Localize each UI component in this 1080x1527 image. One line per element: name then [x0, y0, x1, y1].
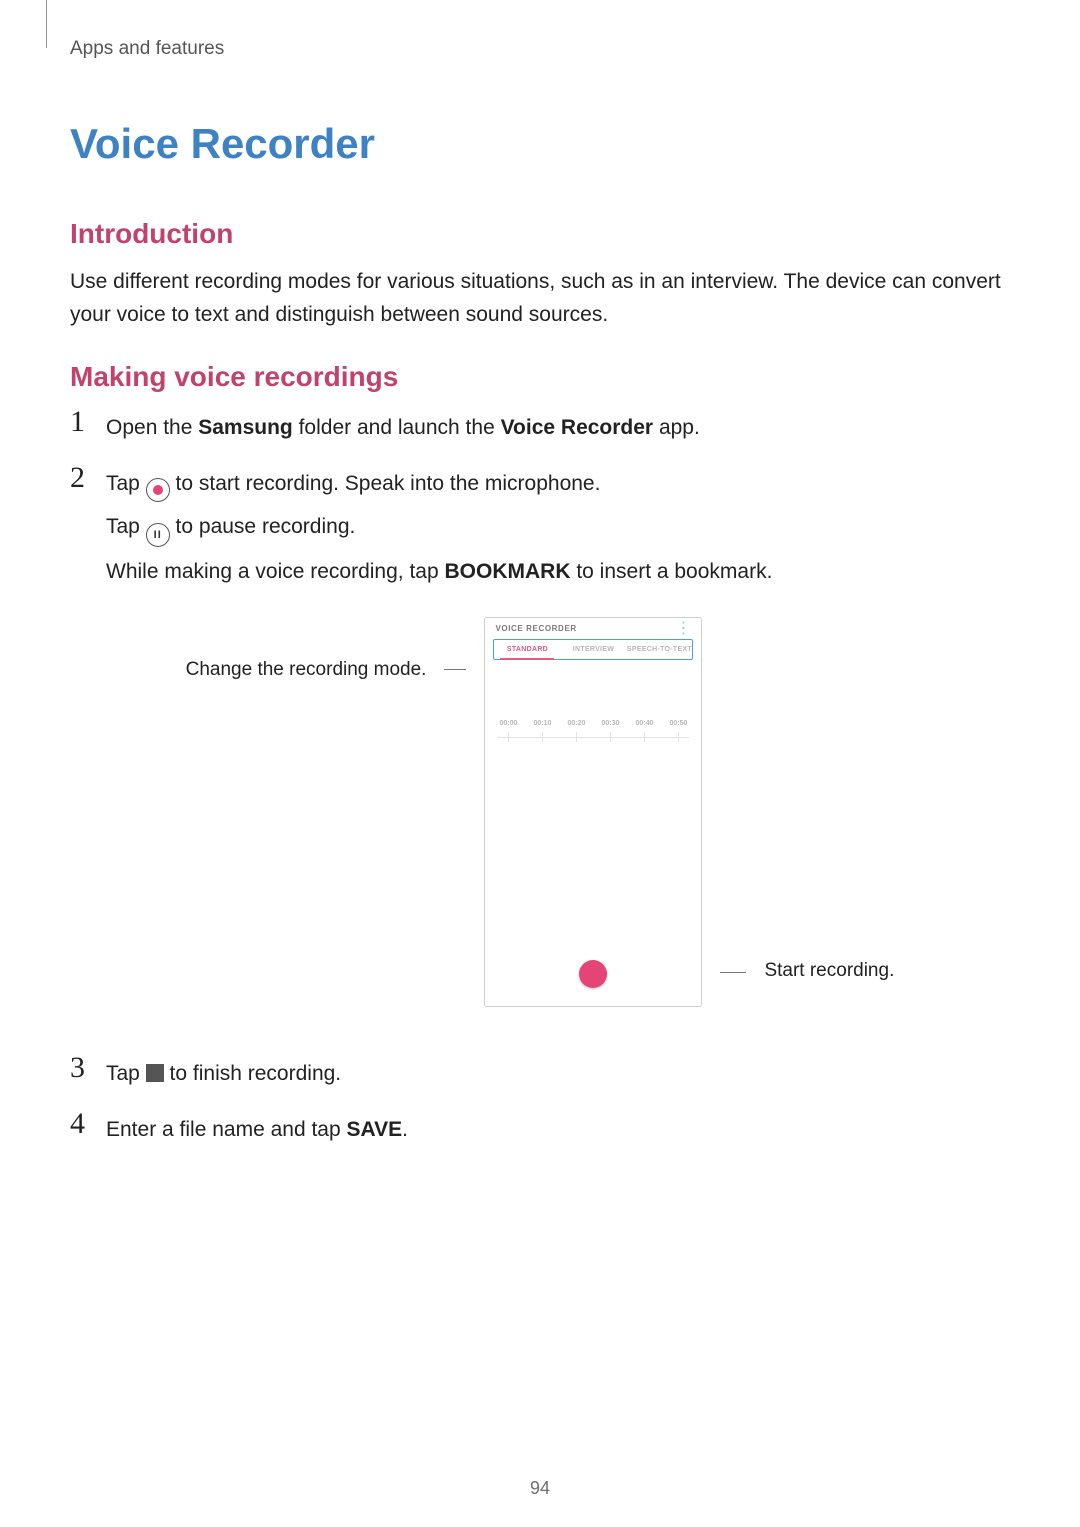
step-1: 1 Open the Samsung folder and launch the… [70, 411, 1010, 445]
steps-list-continued: 3 Tap to finish recording. 4 Enter a fil… [70, 1057, 1010, 1146]
tick: 00:10 [533, 720, 551, 727]
pause-icon: II [146, 523, 170, 547]
text-fragment: Open the [106, 416, 198, 439]
text-fragment: to pause recording. [176, 515, 356, 538]
callout-change-mode: Change the recording mode. [186, 659, 427, 681]
step-number: 2 [70, 461, 85, 495]
running-head: Apps and features [70, 0, 1010, 60]
callout-connector-right [720, 972, 746, 973]
making-recordings-heading: Making voice recordings [70, 361, 1010, 393]
text-fragment: Tap [106, 1062, 146, 1085]
step-number: 3 [70, 1051, 85, 1085]
page-title: Voice Recorder [70, 120, 1010, 168]
introduction-body: Use different recording modes for variou… [70, 266, 1010, 331]
tab-interview[interactable]: INTERVIEW [560, 640, 626, 659]
header-left-rule [46, 0, 47, 48]
step-2-line-c: While making a voice recording, tap BOOK… [106, 555, 1010, 589]
tab-standard[interactable]: STANDARD [494, 640, 560, 659]
record-button[interactable] [579, 960, 607, 988]
text-bold: SAVE [347, 1118, 403, 1141]
text-fragment: to finish recording. [170, 1062, 342, 1085]
step-number: 1 [70, 405, 85, 439]
text-fragment: folder and launch the [293, 416, 501, 439]
page-number: 94 [0, 1478, 1080, 1499]
step-1-text: Open the Samsung folder and launch the V… [106, 411, 1010, 445]
step-3: 3 Tap to finish recording. [70, 1057, 1010, 1091]
step-3-text: Tap to finish recording. [106, 1057, 1010, 1091]
callout-connector-left [444, 669, 466, 670]
text-fragment: Enter a file name and tap [106, 1118, 347, 1141]
text-fragment: to start recording. Speak into the micro… [176, 472, 601, 495]
introduction-heading: Introduction [70, 218, 1010, 250]
tick: 00:00 [499, 720, 517, 727]
phone-mockup: VOICE RECORDER ⋮ STANDARD INTERVIEW SPEE… [484, 617, 702, 1007]
record-icon [146, 478, 170, 502]
mode-tabs[interactable]: STANDARD INTERVIEW SPEECH-TO-TEXT [493, 639, 693, 660]
waveform-baseline [497, 737, 689, 738]
more-options-icon[interactable]: ⋮ [675, 625, 691, 633]
text-bold: BOOKMARK [445, 560, 571, 583]
stop-icon [146, 1064, 164, 1082]
text-fragment: Tap [106, 472, 146, 495]
voice-recorder-figure: Change the recording mode. VOICE RECORDE… [70, 617, 1010, 1007]
callout-start-recording: Start recording. [764, 960, 894, 982]
text-bold: Samsung [198, 416, 293, 439]
steps-list: 1 Open the Samsung folder and launch the… [70, 411, 1010, 589]
step-2-line-a: Tap to start recording. Speak into the m… [106, 467, 1010, 502]
app-title: VOICE RECORDER [495, 624, 576, 633]
tick: 00:20 [567, 720, 585, 727]
tab-speech-to-text[interactable]: SPEECH-TO-TEXT [626, 640, 692, 659]
step-4-text: Enter a file name and tap SAVE. [106, 1113, 1010, 1147]
text-fragment: . [402, 1118, 408, 1141]
step-number: 4 [70, 1107, 85, 1141]
text-bold: Voice Recorder [501, 416, 654, 439]
text-fragment: to insert a bookmark. [571, 560, 773, 583]
step-2: 2 Tap to start recording. Speak into the… [70, 467, 1010, 589]
tick: 00:50 [670, 720, 688, 727]
app-titlebar: VOICE RECORDER ⋮ [485, 618, 701, 637]
step-2-line-b: Tap II to pause recording. [106, 510, 1010, 548]
text-fragment: Tap [106, 515, 146, 538]
tick: 00:30 [602, 720, 620, 727]
text-fragment: While making a voice recording, tap [106, 560, 445, 583]
time-ruler: 00:00 00:10 00:20 00:30 00:40 00:50 [485, 660, 701, 727]
tick: 00:40 [636, 720, 654, 727]
step-4: 4 Enter a file name and tap SAVE. [70, 1113, 1010, 1147]
text-fragment: app. [653, 416, 700, 439]
